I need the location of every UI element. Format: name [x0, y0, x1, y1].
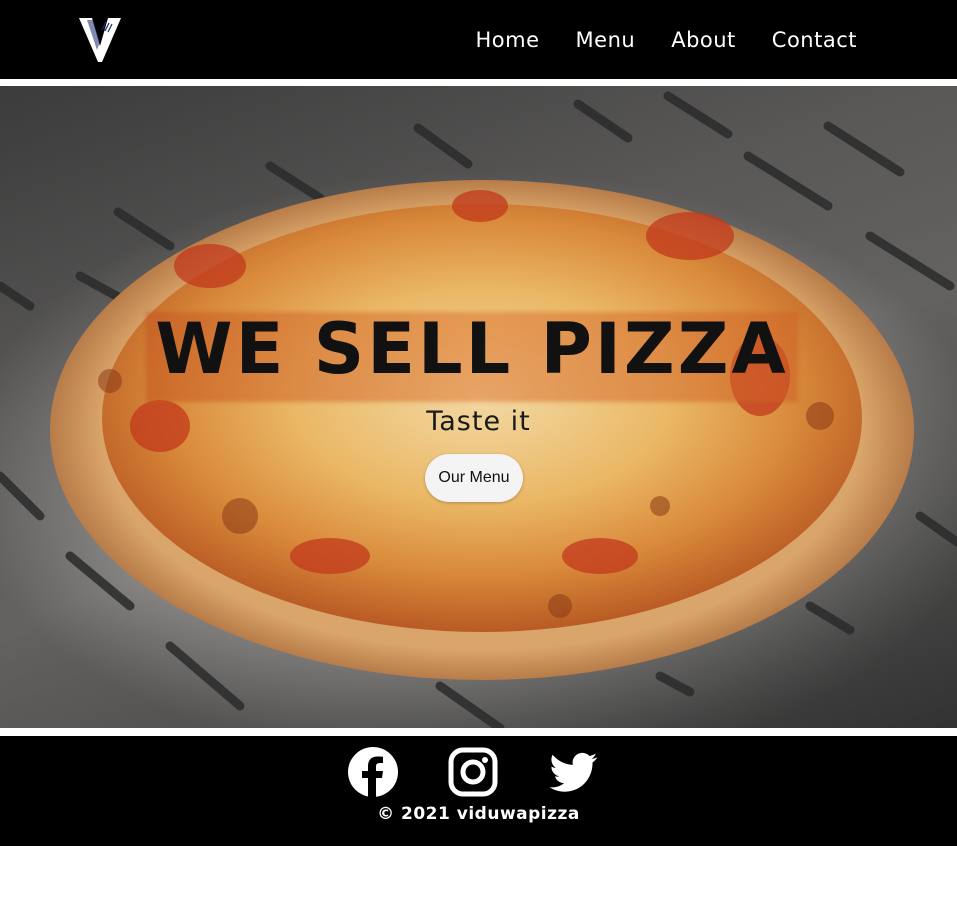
- navbar: Home Menu About Contact: [0, 0, 957, 79]
- footer: © 2021 viduwapizza: [0, 736, 957, 846]
- instagram-icon[interactable]: [447, 746, 499, 798]
- nav-menu[interactable]: Menu: [576, 28, 636, 52]
- copyright-text: © 2021 viduwapizza: [377, 804, 580, 824]
- nav-contact[interactable]: Contact: [772, 28, 857, 52]
- nav-home[interactable]: Home: [476, 28, 540, 52]
- v-logo-icon[interactable]: [78, 16, 122, 64]
- facebook-icon[interactable]: [347, 746, 399, 798]
- nav-about[interactable]: About: [671, 28, 736, 52]
- hero-subtitle: Taste it: [426, 406, 531, 437]
- main-nav: Home Menu About Contact: [476, 0, 857, 79]
- hero-title: WE SELL PIZZA: [155, 308, 789, 390]
- hero-section: WE SELL PIZZA Taste it Our Menu: [0, 86, 957, 728]
- our-menu-button[interactable]: Our Menu: [425, 454, 523, 502]
- page: Home Menu About Contact WE SELL PIZZA Ta…: [0, 0, 957, 906]
- twitter-icon[interactable]: [547, 746, 599, 798]
